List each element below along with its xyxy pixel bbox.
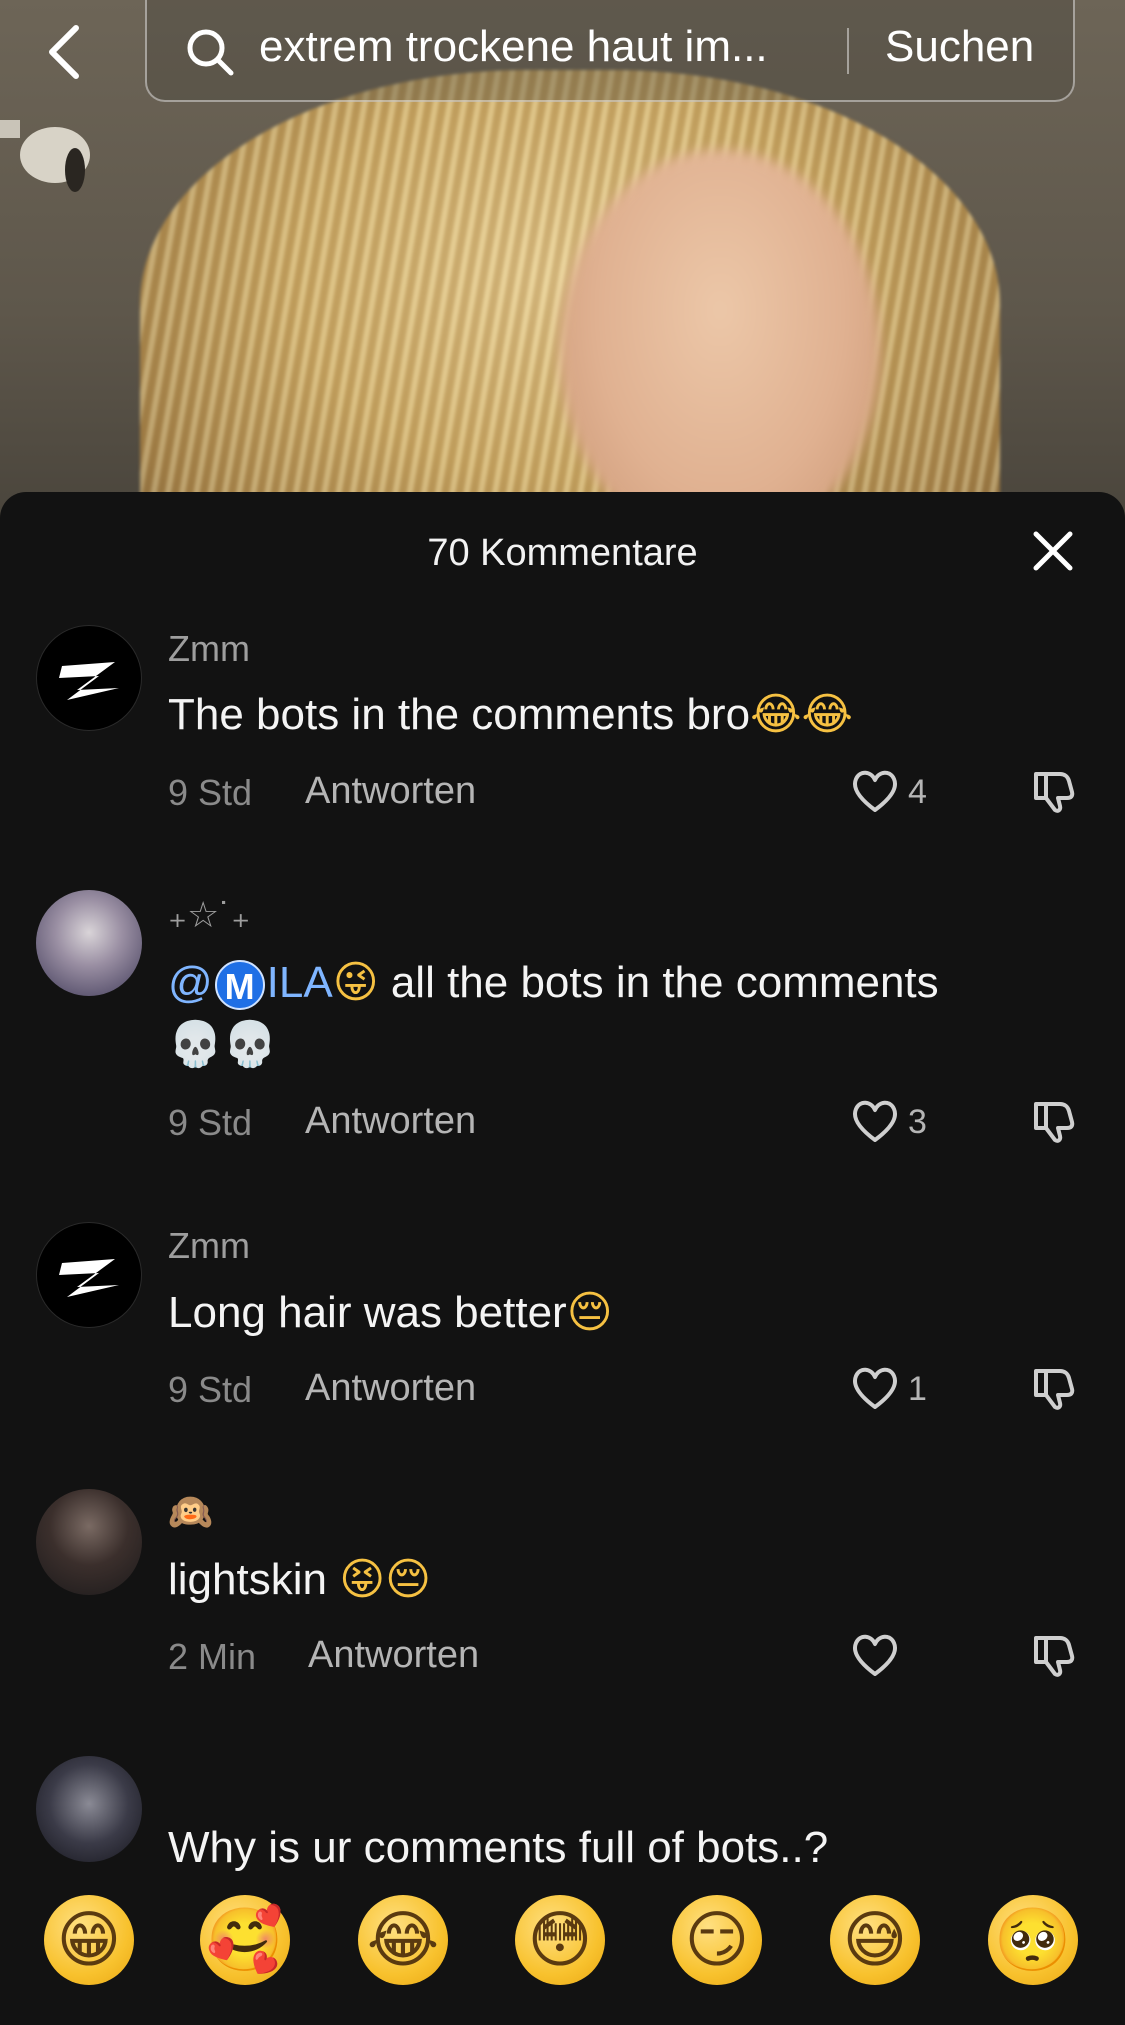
mention-name: ILA xyxy=(266,958,333,1007)
like-count: 3 xyxy=(908,1103,927,1141)
comment-time: 9 Std xyxy=(168,1102,253,1143)
winking-tongue-emoji-icon: 😜 xyxy=(332,957,379,1008)
sweat-smile-emoji-icon[interactable]: 😅 xyxy=(830,1895,920,1985)
heart-icon[interactable] xyxy=(850,1365,900,1411)
mention-badge: M xyxy=(214,960,265,1011)
comment-username[interactable]: Zmm xyxy=(168,628,250,670)
z-logo-icon xyxy=(59,662,119,700)
search-divider xyxy=(847,28,849,74)
comment-text: Long hair was better😔 xyxy=(168,1282,1048,1344)
comments-sheet: 70 Kommentare Zmm The bots in the commen… xyxy=(0,492,1125,2025)
pleading-emoji-icon[interactable]: 🥺 xyxy=(988,1895,1078,1985)
reply-button[interactable]: Antworten xyxy=(305,1100,476,1143)
comment-text-body: Long hair was better xyxy=(168,1288,567,1337)
comment-text: The bots in the comments bro😂😂 xyxy=(168,684,1048,746)
comment-time: 9 Std xyxy=(168,772,253,813)
comment-text: lightskin 😝😔 xyxy=(168,1549,1048,1611)
avatar[interactable] xyxy=(36,890,142,996)
comment-text-body: Why is ur comments full of bots..? xyxy=(168,1823,829,1872)
mention-at: @ xyxy=(168,958,213,1007)
heart-icon[interactable] xyxy=(850,1098,900,1144)
comment-text-body: all the bots in the comments xyxy=(390,958,939,1007)
smirking-emoji-icon[interactable]: 😏 xyxy=(672,1895,762,1985)
comment-text-body: The bots in the comments bro xyxy=(168,690,751,739)
comment-text: @ M ILA😜 all the bots in the comments 💀💀 xyxy=(168,952,1048,1076)
back-arrow-icon[interactable] xyxy=(38,22,94,82)
pensive-emoji-icon: 😔 xyxy=(566,1287,613,1338)
comment-time: 9 Std xyxy=(168,1369,253,1410)
reply-button[interactable]: Antworten xyxy=(308,1634,479,1677)
avatar[interactable] xyxy=(36,1489,142,1595)
reply-button[interactable]: Antworten xyxy=(305,1367,476,1410)
comment-time: 2 Min xyxy=(168,1636,257,1677)
laughing-emoji-icon: 😂😂 xyxy=(750,689,853,740)
emoji-quick-bar: 😁 🥰 😂 😳 😏 😅 🥺 xyxy=(0,1895,1125,1995)
thumbs-down-icon[interactable] xyxy=(1030,1632,1076,1678)
search-query[interactable]: extrem trockene haut im... xyxy=(259,22,819,72)
mention-link[interactable]: @ M ILA xyxy=(168,958,333,1011)
comment-text-body: lightskin xyxy=(168,1555,327,1604)
smiling-hearts-emoji-icon[interactable]: 🥰 xyxy=(200,1895,290,1985)
heart-icon[interactable] xyxy=(850,768,900,814)
thumbs-down-icon[interactable] xyxy=(1030,768,1076,814)
reply-button[interactable]: Antworten xyxy=(305,770,476,813)
avatar[interactable] xyxy=(36,625,142,731)
comment-username[interactable]: 🙉 xyxy=(168,1491,213,1533)
avatar[interactable] xyxy=(36,1222,142,1328)
skull-emoji-icon: 💀💀 xyxy=(168,1019,278,1070)
grinning-emoji-icon[interactable]: 😁 xyxy=(44,1895,134,1985)
like-count: 4 xyxy=(908,773,927,811)
comments-count-title: 70 Kommentare xyxy=(427,532,698,574)
avatar[interactable] xyxy=(36,1756,142,1862)
search-icon xyxy=(187,29,234,76)
search-bar[interactable]: extrem trockene haut im... Suchen xyxy=(145,0,1075,102)
thumbs-down-icon[interactable] xyxy=(1030,1098,1076,1144)
like-count: 1 xyxy=(908,1370,927,1408)
thumbs-down-icon[interactable] xyxy=(1030,1365,1076,1411)
comment-text: Why is ur comments full of bots..? xyxy=(168,1817,1048,1879)
squinting-tongue-emoji-icon: 😝😔 xyxy=(339,1554,431,1605)
comment-username[interactable]: Zmm xyxy=(168,1225,250,1267)
close-icon[interactable] xyxy=(1030,528,1076,574)
flushed-emoji-icon[interactable]: 😳 xyxy=(515,1895,605,1985)
search-button[interactable]: Suchen xyxy=(885,22,1034,72)
heart-icon[interactable] xyxy=(850,1632,900,1678)
comment-username[interactable]: ₊☆˙₊ xyxy=(168,894,250,936)
lamp-fixture xyxy=(0,120,90,192)
tears-of-joy-emoji-icon[interactable]: 😂 xyxy=(358,1895,448,1985)
z-logo-icon xyxy=(59,1259,119,1297)
